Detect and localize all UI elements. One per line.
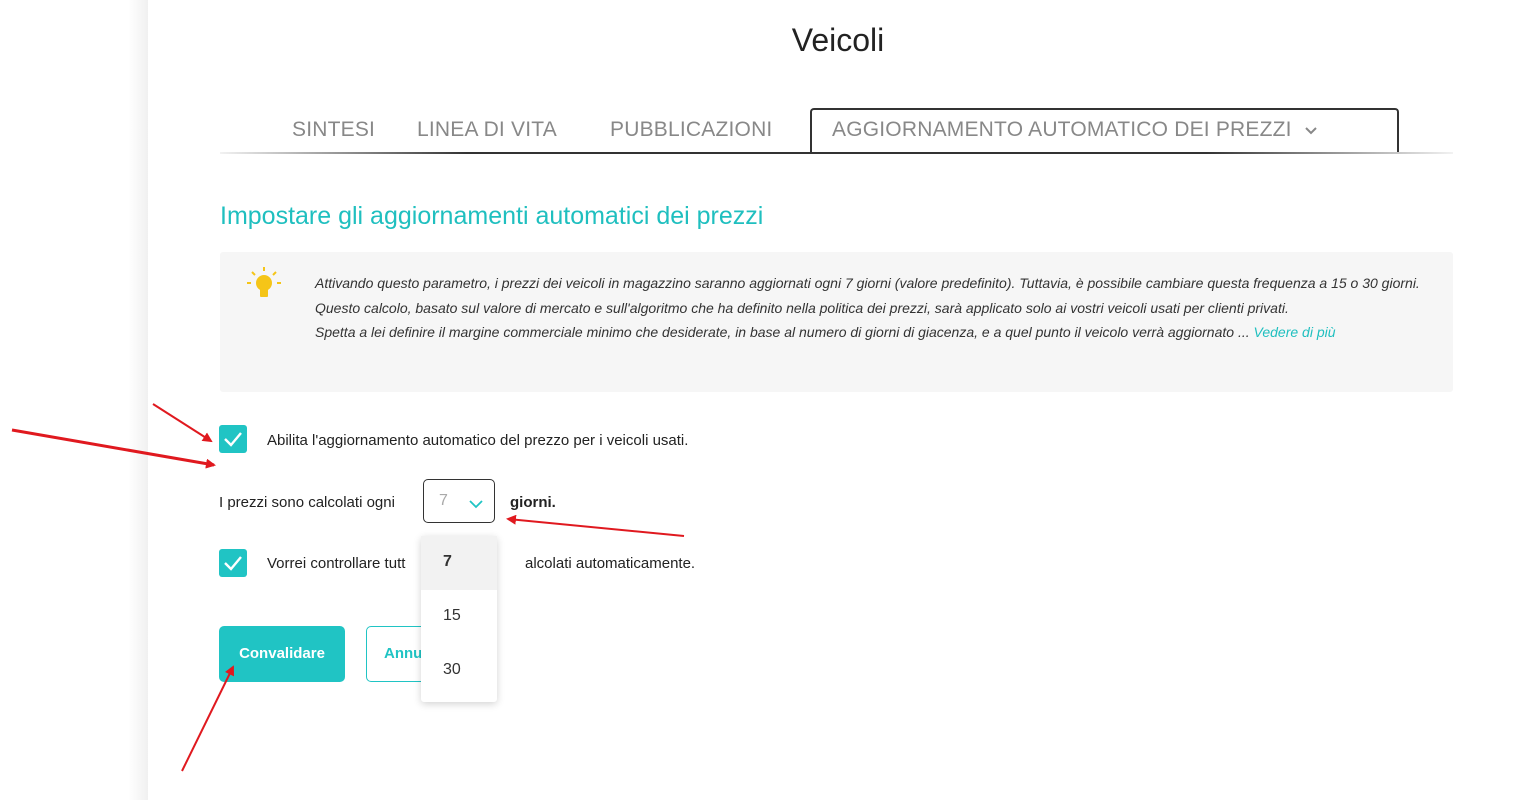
see-more-link[interactable]: Vedere di più	[1254, 324, 1336, 340]
checkmark-icon	[224, 556, 242, 571]
tab-underline	[220, 152, 1453, 154]
control-prices-checkbox[interactable]	[219, 549, 247, 577]
chevron-down-icon	[468, 496, 484, 514]
info-line-1: Attivando questo parametro, i prezzi dei…	[315, 275, 1420, 291]
lightbulb-icon	[246, 266, 282, 302]
section-title: Impostare gli aggiornamenti automatici d…	[220, 202, 764, 230]
chevron-down-icon	[1304, 118, 1318, 142]
info-line-2: Questo calcolo, basato sul valore di mer…	[315, 299, 1289, 316]
enable-auto-update-label: Abilita l'aggiornamento automatico del p…	[267, 432, 689, 449]
info-line-3: Spetta a lei definire il margine commerc…	[315, 324, 1250, 340]
tab-aggiornamento-automatico-prezzi[interactable]: AGGIORNAMENTO AUTOMATICO DEI PREZZI	[810, 108, 1399, 152]
frequency-label: I prezzi sono calcolati ogni	[219, 494, 395, 511]
control-prices-label-end: alcolati automaticamente.	[525, 555, 696, 572]
page-title: Veicoli	[791, 22, 885, 58]
validate-button[interactable]: Convalidare	[219, 626, 345, 682]
control-prices-label-start: Vorrei controllare tutt	[267, 555, 406, 572]
frequency-select-value: 7	[439, 492, 448, 509]
info-box: Attivando questo parametro, i prezzi dei…	[220, 252, 1453, 392]
tab-linea-di-vita[interactable]: LINEA DI VITA	[417, 118, 557, 142]
frequency-option-7[interactable]: 7	[421, 536, 497, 590]
frequency-unit: giorni.	[510, 494, 556, 511]
tab-sintesi[interactable]: SINTESI	[292, 118, 375, 142]
tab-bar: SINTESI LINEA DI VITA PUBBLICAZIONI AGGI…	[220, 108, 1453, 154]
checkmark-icon	[224, 432, 242, 447]
frequency-option-15[interactable]: 15	[421, 590, 497, 644]
frequency-select[interactable]: 7	[423, 479, 495, 523]
frequency-option-30[interactable]: 30	[421, 644, 497, 698]
tab-active-label: AGGIORNAMENTO AUTOMATICO DEI PREZZI	[832, 118, 1292, 141]
info-text: Attivando questo parametro, i prezzi dei…	[315, 271, 1425, 345]
enable-auto-update-checkbox[interactable]	[219, 425, 247, 453]
tab-pubblicazioni[interactable]: PUBBLICAZIONI	[610, 118, 772, 142]
frequency-dropdown: 7 15 30	[421, 536, 497, 702]
